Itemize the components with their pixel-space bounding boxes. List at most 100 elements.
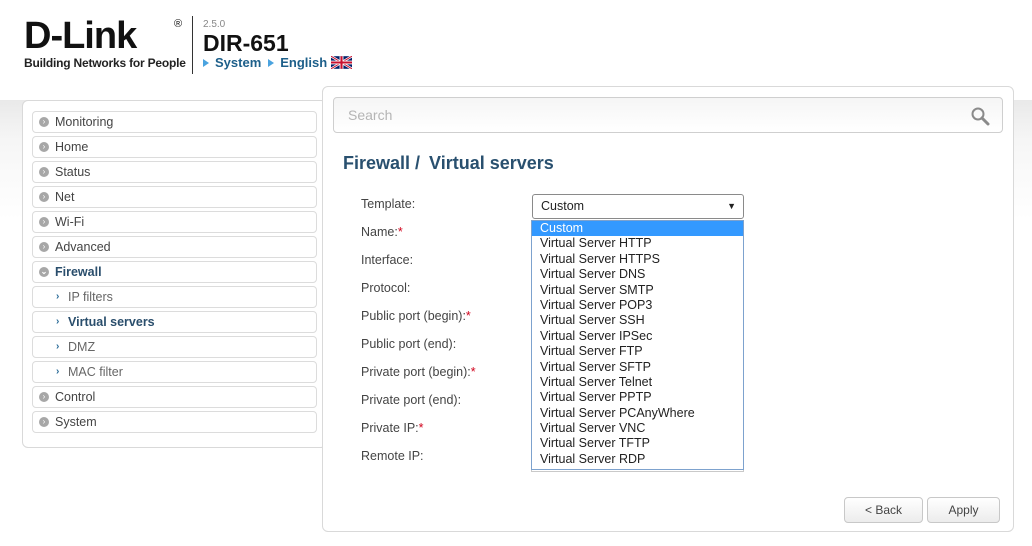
template-dropdown-list: Custom Virtual Server HTTP Virtual Serve… xyxy=(531,220,744,470)
public-port-end-label: Public port (end): xyxy=(361,337,456,351)
sidebar-menu: › Monitoring › Home › Status › Net › Wi-… xyxy=(22,100,327,448)
sidebar-item-label: Firewall xyxy=(55,265,102,279)
field-label-text: Protocol: xyxy=(361,281,411,295)
device-model: DIR-651 xyxy=(203,30,289,56)
name-label: Name:* xyxy=(361,225,403,239)
template-select-value: Custom xyxy=(541,199,585,213)
uk-flag-icon xyxy=(331,56,353,69)
public-port-begin-label: Public port (begin):* xyxy=(361,309,471,323)
required-mark: * xyxy=(397,225,403,239)
template-option[interactable]: Virtual Server VNC xyxy=(532,421,743,436)
template-option[interactable]: Virtual Server SMTP xyxy=(532,283,743,298)
search-box xyxy=(333,97,1003,133)
header-divider xyxy=(192,16,193,74)
template-option[interactable]: Virtual Server RDP xyxy=(532,452,743,467)
sidebar-item-advanced[interactable]: › Advanced xyxy=(32,236,317,258)
template-option[interactable]: Virtual Server FTP xyxy=(532,344,743,359)
field-label-text: Private IP: xyxy=(361,421,419,435)
brand-tagline: Building Networks for People xyxy=(24,56,186,70)
search-input[interactable] xyxy=(335,99,955,131)
interface-label: Interface: xyxy=(361,253,413,267)
chevron-right-circle-icon: › xyxy=(39,192,49,202)
chevron-right-circle-icon: › xyxy=(39,117,49,127)
chevron-right-icon: › xyxy=(56,316,60,327)
sidebar-item-system[interactable]: › System xyxy=(32,411,317,433)
remote-ip-label: Remote IP: xyxy=(361,449,424,463)
sidebar-item-firewall[interactable]: ⌄ Firewall xyxy=(32,261,317,283)
chevron-right-circle-icon: › xyxy=(39,142,49,152)
sidebar-item-home[interactable]: › Home xyxy=(32,136,317,158)
private-port-begin-label: Private port (begin):* xyxy=(361,365,476,379)
sidebar-item-label: Status xyxy=(55,165,91,179)
template-option[interactable]: Virtual Server PPTP xyxy=(532,390,743,405)
private-ip-label: Private IP:* xyxy=(361,421,424,435)
breadcrumb-parent: Firewall / xyxy=(343,153,421,173)
sidebar-item-wifi[interactable]: › Wi-Fi xyxy=(32,211,317,233)
required-mark: * xyxy=(418,421,424,435)
system-link-label: System xyxy=(215,55,262,70)
sidebar-item-control[interactable]: › Control xyxy=(32,386,317,408)
sidebar-item-status[interactable]: › Status xyxy=(32,161,317,183)
sidebar-item-label: Home xyxy=(55,140,89,154)
brand-name: D-Link xyxy=(24,15,137,57)
template-label: Template: xyxy=(361,197,416,211)
protocol-label: Protocol: xyxy=(361,281,410,295)
sidebar-item-label: System xyxy=(55,415,97,429)
header-links: System English xyxy=(203,55,359,70)
template-option[interactable]: Virtual Server TFTP xyxy=(532,436,743,451)
registered-mark: ® xyxy=(174,18,183,30)
field-label-text: Remote IP: xyxy=(361,449,424,463)
template-option[interactable]: Virtual Server IPSec xyxy=(532,329,743,344)
template-option[interactable]: Virtual Server DNS xyxy=(532,267,743,282)
sidebar-subitem-label: DMZ xyxy=(68,340,96,354)
chevron-down-circle-icon: ⌄ xyxy=(39,267,49,277)
template-option[interactable]: Virtual Server HTTPS xyxy=(532,252,743,267)
chevron-right-icon: › xyxy=(56,366,60,377)
template-select[interactable]: Custom ▼ xyxy=(532,194,744,219)
triangle-right-icon xyxy=(203,58,209,67)
template-option[interactable]: Virtual Server HTTP xyxy=(532,236,743,251)
page-title-text: Virtual servers xyxy=(429,153,554,173)
dlink-logo: D-Link ® Building Networks for People xyxy=(24,15,186,70)
sidebar-subitem-label: MAC filter xyxy=(68,365,123,379)
chevron-right-circle-icon: › xyxy=(39,417,49,427)
sidebar-subitem-label: IP filters xyxy=(68,290,113,304)
template-option[interactable]: Virtual Server SFTP xyxy=(532,360,743,375)
sidebar-subitem-mac-filter[interactable]: › MAC filter xyxy=(32,361,317,383)
template-option[interactable]: Virtual Server POP3 xyxy=(532,298,743,313)
chevron-right-circle-icon: › xyxy=(39,217,49,227)
triangle-right-icon xyxy=(268,58,275,67)
chevron-right-icon: › xyxy=(56,291,60,302)
sidebar-subitem-dmz[interactable]: › DMZ xyxy=(32,336,317,358)
language-link-label: English xyxy=(280,55,328,70)
required-mark: * xyxy=(470,365,476,379)
chevron-right-icon: › xyxy=(56,341,60,352)
sidebar-subitem-label: Virtual servers xyxy=(68,315,155,329)
language-menu-link[interactable]: English xyxy=(268,55,353,70)
sidebar-item-monitoring[interactable]: › Monitoring xyxy=(32,111,317,133)
search-icon[interactable] xyxy=(970,106,990,126)
sidebar-subitem-virtual-servers[interactable]: › Virtual servers xyxy=(32,311,317,333)
system-menu-link[interactable]: System xyxy=(203,55,261,70)
page-title: Firewall / Virtual servers xyxy=(343,153,554,174)
chevron-right-circle-icon: › xyxy=(39,167,49,177)
main-panel: Firewall / Virtual servers Template: Nam… xyxy=(322,86,1014,532)
back-button[interactable]: < Back xyxy=(844,497,923,523)
sidebar-item-net[interactable]: › Net xyxy=(32,186,317,208)
template-option[interactable]: Custom xyxy=(532,221,743,237)
field-label-text: Private port (begin): xyxy=(361,365,471,379)
apply-button[interactable]: Apply xyxy=(927,497,1000,523)
field-label-text: Interface: xyxy=(361,253,414,267)
sidebar-subitem-ip-filters[interactable]: › IP filters xyxy=(32,286,317,308)
sidebar-item-label: Wi-Fi xyxy=(55,215,85,229)
field-label-text: Private port (end): xyxy=(361,393,462,407)
sidebar-item-label: Advanced xyxy=(55,240,111,254)
sidebar-item-label: Net xyxy=(55,190,75,204)
field-label-text: Name: xyxy=(361,225,398,239)
template-option[interactable]: Virtual Server Telnet xyxy=(532,375,743,390)
sidebar-item-label: Monitoring xyxy=(55,115,114,129)
template-option[interactable]: Virtual Server PCAnyWhere xyxy=(532,406,743,421)
chevron-right-circle-icon: › xyxy=(39,242,49,252)
field-label-text: Public port (end): xyxy=(361,337,457,351)
template-option[interactable]: Virtual Server SSH xyxy=(532,313,743,328)
